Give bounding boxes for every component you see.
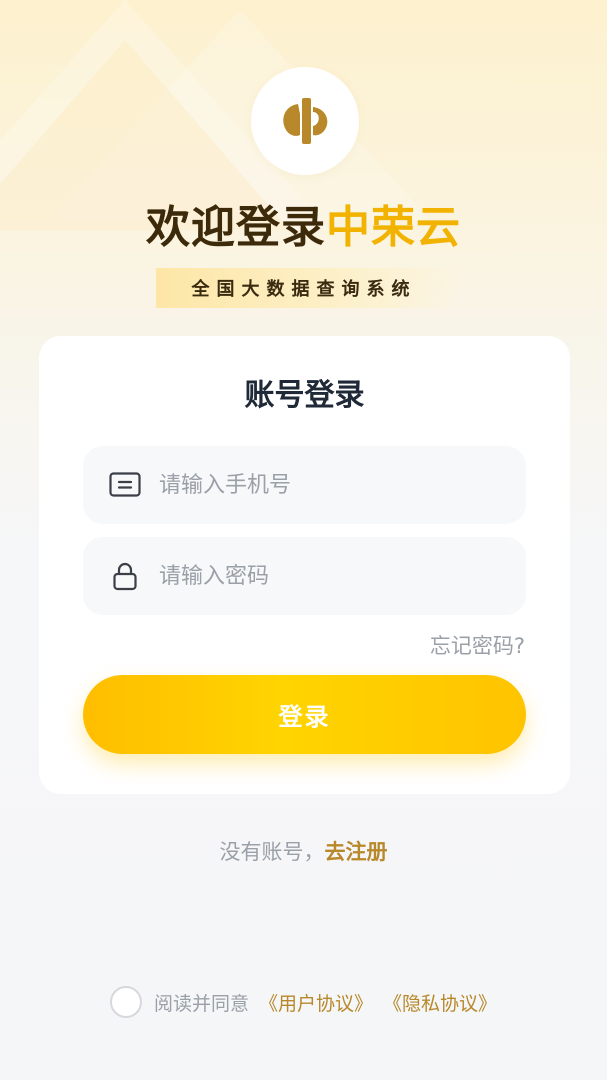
agreement-prefix: 阅读并同意 bbox=[154, 992, 250, 1015]
app-logo bbox=[251, 67, 359, 175]
phone-input[interactable] bbox=[159, 465, 499, 505]
phone-field[interactable] bbox=[83, 446, 526, 524]
welcome-title-text: 欢迎登录 bbox=[146, 202, 326, 253]
login-card: 账号登录 忘记密码? 登录 bbox=[39, 336, 570, 794]
password-field[interactable] bbox=[83, 537, 526, 615]
forgot-password-link[interactable]: 忘记密码? bbox=[430, 630, 525, 660]
privacy-policy-link[interactable]: 《隐私协议》 bbox=[383, 989, 497, 1016]
logo-mark-icon bbox=[283, 98, 328, 144]
lock-icon bbox=[107, 558, 143, 594]
login-card-title: 账号登录 bbox=[244, 378, 365, 413]
register-prompt: 没有账号，去注册 bbox=[0, 836, 607, 866]
welcome-title: 欢迎登录中荣云 bbox=[0, 196, 607, 260]
system-subtitle: 全国大数据查询系统 bbox=[156, 268, 452, 308]
login-button[interactable]: 登录 bbox=[83, 675, 526, 754]
brand-name: 中荣云 bbox=[326, 202, 461, 253]
agreement-checkbox[interactable] bbox=[110, 986, 142, 1018]
id-card-icon bbox=[107, 467, 143, 503]
register-prompt-text: 没有账号， bbox=[219, 840, 325, 864]
user-agreement-link[interactable]: 《用户协议》 bbox=[259, 989, 373, 1016]
register-link[interactable]: 去注册 bbox=[325, 840, 388, 864]
agreement-row: 阅读并同意 《用户协议》 《隐私协议》 bbox=[110, 985, 497, 1019]
password-input[interactable] bbox=[159, 556, 499, 596]
